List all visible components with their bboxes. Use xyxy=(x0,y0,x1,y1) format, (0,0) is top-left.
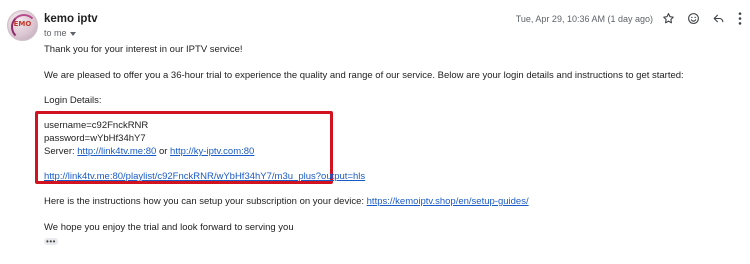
greeting-text: Thank you for your interest in our IPTV … xyxy=(44,44,243,55)
closing-text: We hope you enjoy the trial and look for… xyxy=(44,222,294,233)
email-timestamp: Tue, Apr 29, 10:36 AM (1 day ago) xyxy=(515,14,653,24)
more-options-button[interactable] xyxy=(734,9,746,27)
instructions-line: Here is the instructions how you can set… xyxy=(44,196,529,207)
recipient-label: to me xyxy=(44,28,67,38)
server-line: Server: http://link4tv.me:80 or http://k… xyxy=(44,146,254,157)
sender-avatar[interactable]: EMO xyxy=(7,10,38,41)
server-label: Server: xyxy=(44,146,75,157)
server-link-secondary[interactable]: http://ky-iptv.com:80 xyxy=(170,146,254,157)
playlist-line: http://link4tv.me:80/playlist/c92FnckRNR… xyxy=(44,171,365,182)
recipient-details-toggle[interactable]: to me xyxy=(44,28,76,38)
more-vert-icon xyxy=(738,11,742,25)
star-icon xyxy=(662,12,674,23)
instructions-text: Here is the instructions how you can set… xyxy=(44,196,364,207)
server-or-text: or xyxy=(158,146,168,157)
login-details-heading: Login Details: xyxy=(44,95,102,106)
server-link-primary[interactable]: http://link4tv.me:80 xyxy=(77,146,156,157)
reply-button[interactable] xyxy=(709,9,727,27)
avatar-logo-text: EMO xyxy=(13,20,32,28)
reply-icon xyxy=(713,14,723,22)
emoji-reaction-icon xyxy=(687,12,699,24)
setup-guides-link[interactable]: https://kemoiptv.shop/en/setup-guides/ xyxy=(367,196,529,207)
playlist-link[interactable]: http://link4tv.me:80/playlist/c92FnckRNR… xyxy=(44,171,365,182)
show-trimmed-content-button[interactable]: ••• xyxy=(44,238,58,246)
intro-text: We are pleased to offer you a 36-hour tr… xyxy=(44,70,684,81)
password-text: password=wYbHf34hY7 xyxy=(44,133,146,144)
username-text: username=c92FnckRNR xyxy=(44,120,149,131)
add-reaction-button[interactable] xyxy=(684,9,702,27)
star-button[interactable] xyxy=(659,9,677,27)
chevron-down-icon xyxy=(69,31,76,36)
sender-name[interactable]: kemo iptv xyxy=(44,13,98,25)
